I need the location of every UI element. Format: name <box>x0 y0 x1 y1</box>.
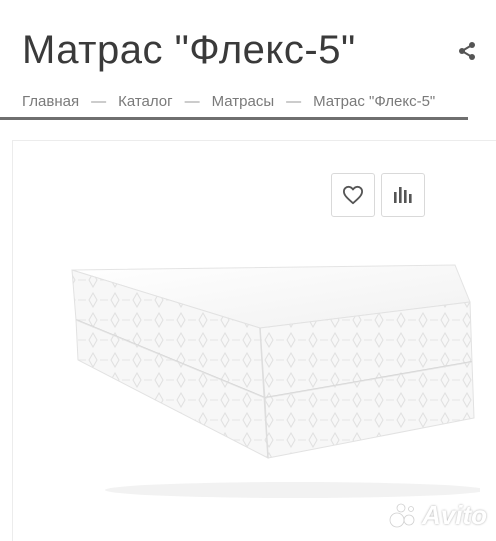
breadcrumb: Главная — Каталог — Матрасы — Матрас "Флекс-5" <box>22 91 496 113</box>
breadcrumb-current: Матрас "Флекс-5" <box>313 93 436 110</box>
mattress-image <box>71 264 480 498</box>
header-divider <box>0 117 468 120</box>
breadcrumb-mattresses[interactable]: Матрасы <box>212 93 275 110</box>
watermark-text: Avito <box>422 499 487 530</box>
share-button[interactable] <box>456 40 478 62</box>
breadcrumb-separator: — <box>91 93 107 110</box>
share-icon <box>459 42 475 60</box>
bar-chart-icon <box>394 187 412 203</box>
breadcrumb-separator: — <box>286 93 302 110</box>
breadcrumb-separator: — <box>184 93 200 110</box>
breadcrumb-catalog[interactable]: Каталог <box>118 93 173 110</box>
avito-watermark: Avito <box>388 498 487 532</box>
compare-button[interactable] <box>381 173 425 217</box>
avito-logo-icon <box>389 503 415 528</box>
breadcrumb-home[interactable]: Главная <box>22 93 79 110</box>
add-to-favorites-button[interactable] <box>331 173 375 217</box>
heart-icon <box>342 185 363 205</box>
page-title: Матрас "Флекс-5" <box>22 28 356 72</box>
